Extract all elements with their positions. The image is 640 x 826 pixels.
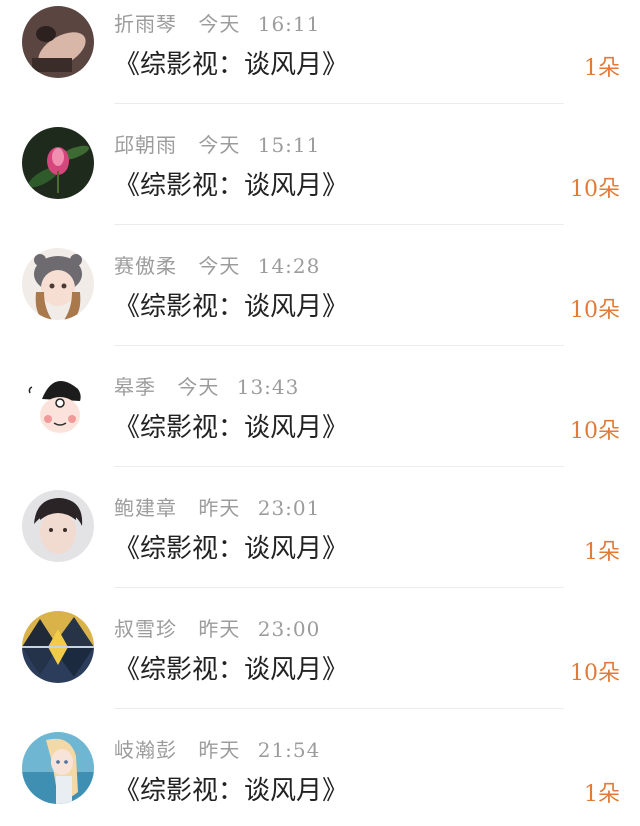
flower-count: 1朵 [584, 540, 620, 565]
sent-time: 15:11 [257, 133, 321, 157]
sent-day: 今天 [198, 254, 241, 278]
sender-meta: 皋季 今天 13:43 [114, 371, 299, 400]
book-title[interactable]: 《综影视：谈风月》 [114, 165, 348, 202]
sender-meta: 岐瀚彭 昨天 21:54 [114, 734, 320, 763]
list-item[interactable]: 邱朝雨 今天 15:11 《综影视：谈风月》 10朵 [0, 121, 640, 241]
sent-time: 23:00 [257, 617, 321, 641]
sender-meta: 叔雪珍 昨天 23:00 [114, 613, 320, 642]
book-title[interactable]: 《综影视：谈风月》 [114, 286, 348, 323]
avatar[interactable] [22, 369, 94, 441]
divider [114, 587, 564, 588]
sent-time: 23:01 [257, 496, 321, 520]
sender-name: 折雨琴 [114, 12, 177, 36]
list-item[interactable]: 岐瀚彭 昨天 21:54 《综影视：谈风月》 1朵 [0, 726, 640, 826]
divider [114, 708, 564, 709]
sent-time: 21:54 [257, 738, 321, 762]
list-item[interactable]: 赛傲柔 今天 14:28 《综影视：谈风月》 10朵 [0, 242, 640, 362]
sent-day: 今天 [198, 133, 241, 157]
avatar[interactable] [22, 127, 94, 199]
sent-day: 今天 [177, 375, 220, 399]
book-title[interactable]: 《综影视：谈风月》 [114, 770, 348, 807]
divider [114, 466, 564, 467]
sender-name: 叔雪珍 [114, 617, 177, 641]
flower-count: 10朵 [570, 177, 620, 202]
avatar[interactable] [22, 732, 94, 804]
book-title[interactable]: 《综影视：谈风月》 [114, 528, 348, 565]
sent-time: 13:43 [236, 375, 300, 399]
sender-name: 邱朝雨 [114, 133, 177, 157]
sender-name: 鲍建章 [114, 496, 177, 520]
avatar[interactable] [22, 611, 94, 683]
sender-name: 岐瀚彭 [114, 738, 177, 762]
sent-day: 昨天 [198, 617, 241, 641]
sender-name: 赛傲柔 [114, 254, 177, 278]
divider [114, 345, 564, 346]
book-title[interactable]: 《综影视：谈风月》 [114, 44, 348, 81]
flower-count: 1朵 [584, 56, 620, 81]
sent-day: 今天 [198, 12, 241, 36]
sender-meta: 邱朝雨 今天 15:11 [114, 129, 320, 158]
book-title[interactable]: 《综影视：谈风月》 [114, 649, 348, 686]
avatar[interactable] [22, 490, 94, 562]
sent-time: 14:28 [257, 254, 321, 278]
sender-meta: 赛傲柔 今天 14:28 [114, 250, 320, 279]
avatar[interactable] [22, 248, 94, 320]
book-title[interactable]: 《综影视：谈风月》 [114, 407, 348, 444]
flower-count: 1朵 [584, 782, 620, 807]
list-item[interactable]: 皋季 今天 13:43 《综影视：谈风月》 10朵 [0, 363, 640, 483]
list-item[interactable]: 鲍建章 昨天 23:01 《综影视：谈风月》 1朵 [0, 484, 640, 604]
sent-day: 昨天 [198, 738, 241, 762]
sent-day: 昨天 [198, 496, 241, 520]
sender-name: 皋季 [114, 375, 156, 399]
divider [114, 224, 564, 225]
sender-meta: 鲍建章 昨天 23:01 [114, 492, 320, 521]
divider [114, 103, 564, 104]
list-item[interactable]: 叔雪珍 昨天 23:00 《综影视：谈风月》 10朵 [0, 605, 640, 725]
flower-count: 10朵 [570, 298, 620, 323]
flower-count: 10朵 [570, 419, 620, 444]
avatar[interactable] [22, 6, 94, 78]
flower-count: 10朵 [570, 661, 620, 686]
sender-meta: 折雨琴 今天 16:11 [114, 8, 320, 37]
gift-record-list: 折雨琴 今天 16:11 《综影视：谈风月》 1朵 邱朝雨 今天 15:11 《… [0, 0, 640, 826]
sent-time: 16:11 [257, 12, 321, 36]
list-item[interactable]: 折雨琴 今天 16:11 《综影视：谈风月》 1朵 [0, 0, 640, 120]
